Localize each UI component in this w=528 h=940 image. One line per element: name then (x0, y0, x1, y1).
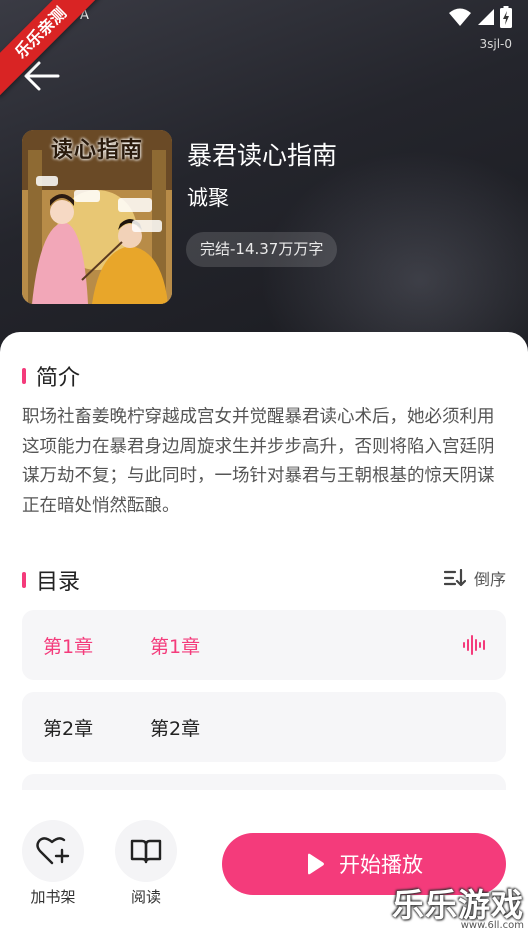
read-label: 阅读 (130, 888, 161, 906)
section-marker (22, 572, 26, 588)
start-play-label: 开始播放 (339, 853, 423, 877)
sort-label: 倒序 (473, 570, 506, 589)
add-to-shelf-button[interactable] (22, 820, 84, 882)
chapter-name: 第1章 (150, 635, 201, 658)
sort-icon (443, 569, 466, 587)
book-author: 诚聚 (187, 186, 229, 210)
book-header: A 3sjl-0 读心指南 暴君读心指南 诚聚 完结-14.37万万字 (0, 0, 528, 360)
catalog-title: 目录 (36, 570, 81, 595)
chapter-number: 第2章 (43, 717, 94, 740)
section-marker (22, 368, 26, 384)
chapter-item[interactable]: 第1章 第1章 (22, 610, 506, 680)
book-status-tag: 完结-14.37万万字 (186, 232, 338, 267)
intro-text: 职场社畜姜晚柠穿越成宫女并觉醒暴君读心术后，她必须利用这项能力在暴君身边周旋求生… (22, 407, 495, 516)
heart-plus-icon (36, 837, 70, 865)
status-sub-label: 3sjl-0 (479, 37, 512, 51)
battery-icon (500, 6, 512, 28)
add-to-shelf-label: 加书架 (30, 888, 76, 906)
site-watermark: 乐乐游戏 www.6ll.com (392, 888, 524, 931)
chapter-item[interactable]: 第2章 第2章 (22, 692, 506, 762)
chapter-name: 第2章 (150, 717, 201, 740)
audio-wave-icon (463, 635, 485, 655)
wifi-icon (449, 8, 471, 26)
book-title: 暴君读心指南 (187, 141, 338, 170)
intro-title: 简介 (36, 366, 81, 391)
watermark-main: 乐乐游戏 (391, 886, 524, 924)
status-icons (448, 6, 512, 28)
catalog-heading: 目录 (22, 564, 80, 596)
book-cover[interactable]: 读心指南 (22, 130, 172, 304)
intro-heading: 简介 (22, 360, 80, 392)
signal-icon (478, 9, 494, 25)
sort-button[interactable]: 倒序 (443, 566, 506, 590)
book-open-icon (130, 839, 162, 864)
read-button[interactable] (115, 820, 177, 882)
chapter-number: 第1章 (43, 635, 94, 658)
play-icon (308, 853, 324, 875)
cover-title: 读心指南 (50, 138, 143, 163)
